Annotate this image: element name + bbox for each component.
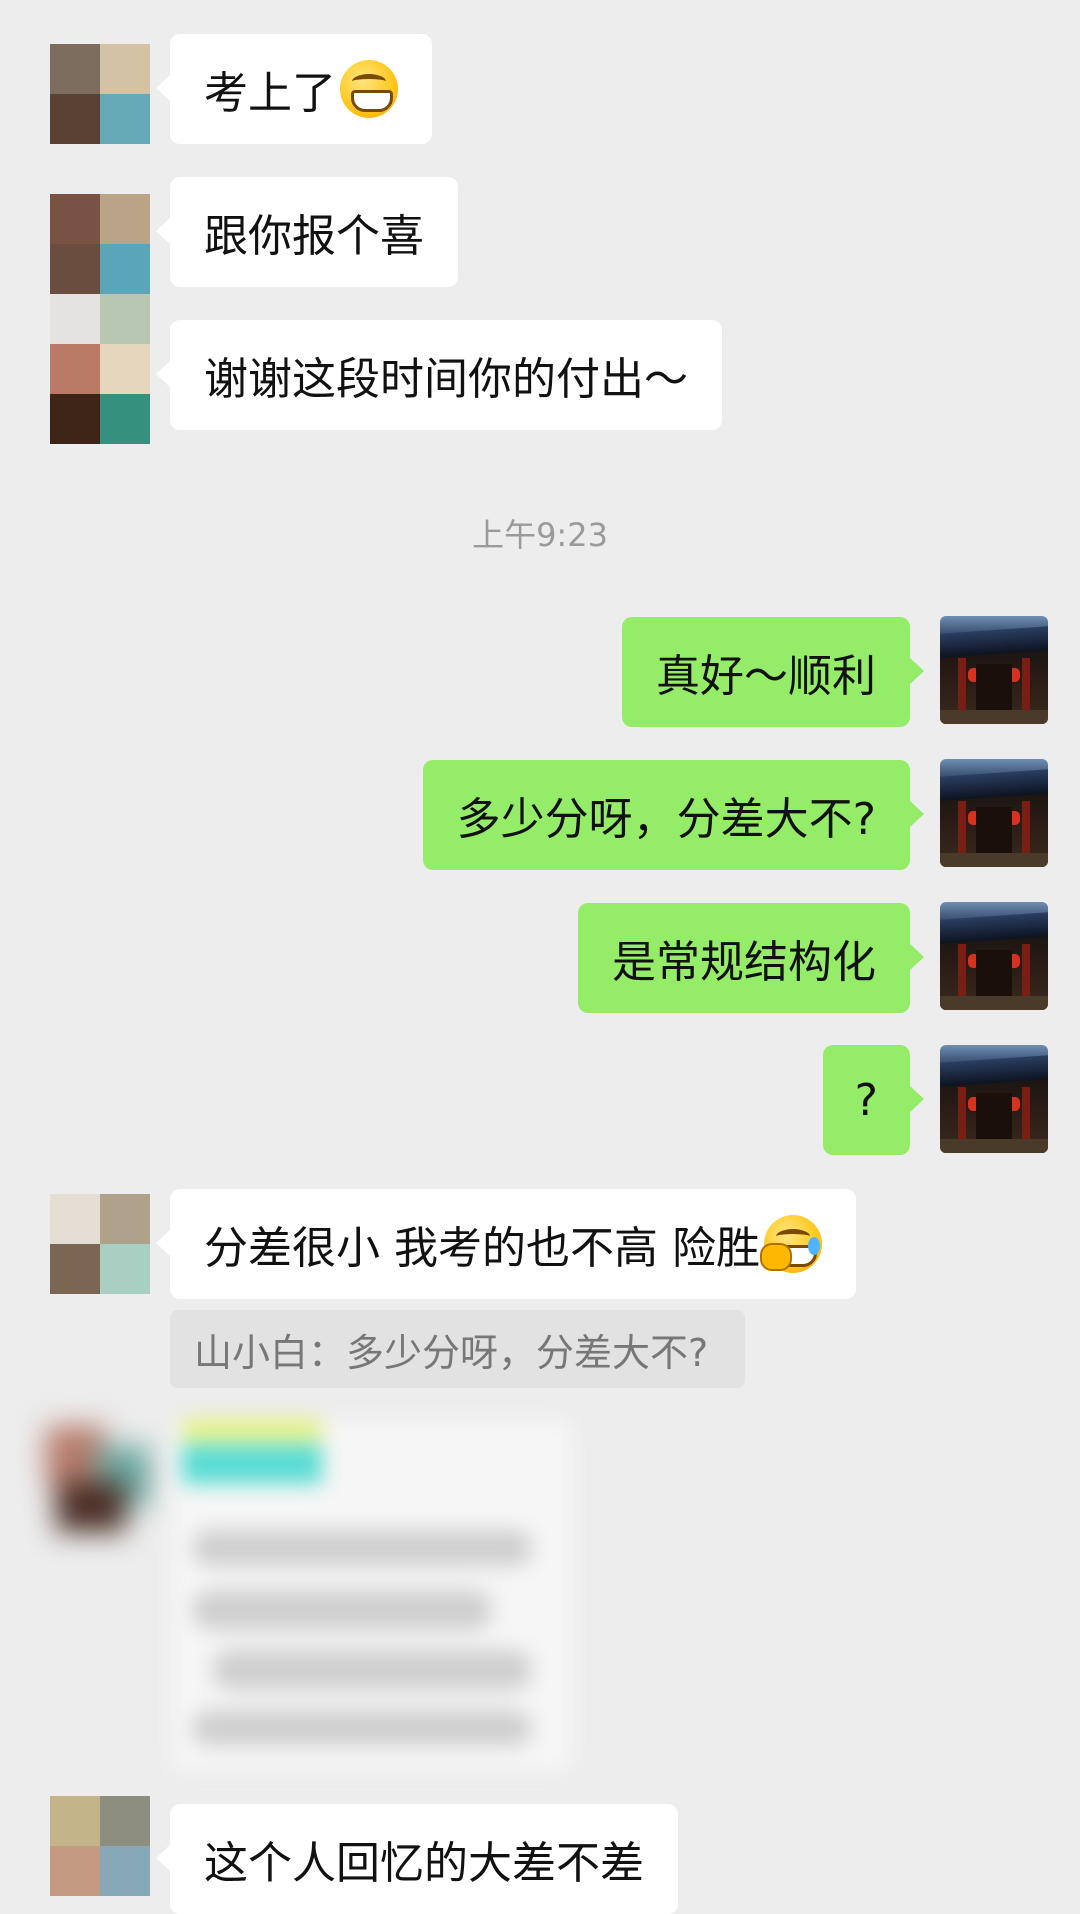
self-avatar[interactable] [940, 1045, 1048, 1153]
message-text: 这个人回忆的大差不差 [204, 1838, 644, 1889]
contact-avatar[interactable] [50, 294, 150, 444]
contact-avatar[interactable] [50, 1194, 150, 1294]
self-avatar[interactable] [940, 902, 1048, 1010]
message-text: 多少分呀，分差大不? [456, 794, 876, 845]
message-bubble-self[interactable]: ? [822, 1045, 925, 1155]
self-avatar[interactable] [940, 759, 1048, 867]
laughing-emoji-icon [759, 1215, 822, 1273]
message-bubble-self[interactable]: 是常规结构化 [578, 903, 924, 1013]
message-bubble[interactable]: 考上了 [156, 34, 432, 144]
blurred-avatar [46, 1426, 150, 1536]
message-text: 谢谢这段时间你的付出～ [204, 354, 688, 405]
message-bubble[interactable]: 分差很小 我考的也不高 险胜 [156, 1189, 856, 1299]
message-text: 跟你报个喜 [204, 211, 424, 262]
blurred-image-message[interactable] [172, 1420, 572, 1770]
contact-avatar[interactable] [50, 1796, 150, 1896]
grinning-emoji-icon [340, 60, 398, 118]
message-bubble[interactable]: 这个人回忆的大差不差 [156, 1804, 678, 1914]
message-text: 分差很小 我考的也不高 险胜 [204, 1223, 760, 1274]
message-bubble-self[interactable]: 多少分呀，分差大不? [422, 760, 925, 870]
message-bubble[interactable]: 谢谢这段时间你的付出～ [156, 320, 722, 430]
message-text: 考上了 [204, 68, 336, 119]
message-text: 是常规结构化 [612, 937, 876, 988]
message-bubble[interactable]: 跟你报个喜 [156, 177, 458, 287]
quoted-text: 山小白：多少分呀，分差大不? [194, 1330, 709, 1375]
contact-avatar[interactable] [50, 44, 150, 144]
timestamp: 上午9:23 [472, 516, 608, 554]
contact-avatar[interactable] [50, 194, 150, 294]
message-text: 真好～顺利 [656, 651, 876, 702]
self-avatar[interactable] [940, 616, 1048, 724]
quoted-message[interactable]: 山小白：多少分呀，分差大不? [170, 1310, 745, 1388]
message-bubble-self[interactable]: 真好～顺利 [622, 617, 924, 727]
message-text: ? [854, 1074, 878, 1126]
